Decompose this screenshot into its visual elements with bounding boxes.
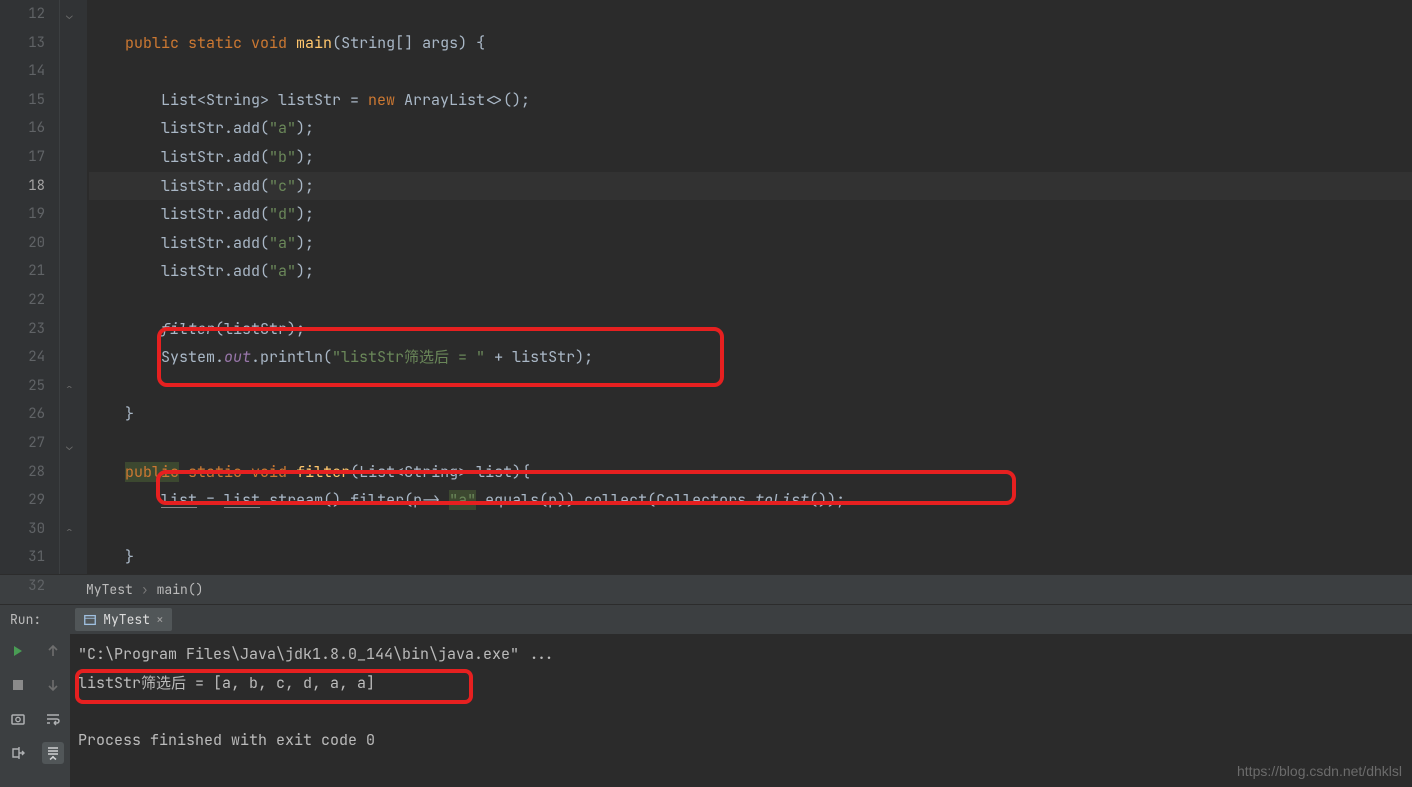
code-line[interactable]: [89, 429, 1412, 458]
rerun-button[interactable]: [7, 640, 29, 662]
fold-mark-icon[interactable]: ⌄: [66, 440, 78, 452]
code-area[interactable]: public static void main(String[] args) {…: [87, 0, 1412, 574]
code-line[interactable]: listStr.add("d");: [89, 200, 1412, 229]
down-button[interactable]: [42, 674, 64, 696]
code-line[interactable]: listStr.add("a");: [89, 229, 1412, 258]
fold-end-icon[interactable]: ⌃: [66, 525, 78, 537]
code-line[interactable]: [89, 0, 1412, 29]
code-line[interactable]: listStr.add("a");: [89, 114, 1412, 143]
code-line[interactable]: }: [89, 400, 1412, 429]
run-config-tab[interactable]: MyTest ×: [75, 608, 172, 631]
code-line[interactable]: [89, 286, 1412, 315]
screenshot-button[interactable]: [7, 708, 29, 730]
close-icon[interactable]: ×: [156, 611, 164, 628]
code-line[interactable]: System.out.println("listStr筛选后 = " + lis…: [89, 343, 1412, 372]
console-line: Process finished with exit code 0: [78, 726, 1404, 755]
code-line[interactable]: public static void main(String[] args) {: [89, 29, 1412, 58]
app-icon: [83, 613, 97, 627]
code-line[interactable]: List<String> listStr = new ArrayList<>()…: [89, 86, 1412, 115]
editor-area: 1213141516171819202122232425262728293031…: [0, 0, 1412, 574]
run-toolbar-nav: [35, 634, 70, 787]
code-line[interactable]: [89, 572, 1412, 601]
console-line: [78, 697, 1404, 726]
stop-button[interactable]: [7, 674, 29, 696]
fold-mark-icon[interactable]: ⌄: [66, 9, 78, 21]
code-line[interactable]: filter(listStr);: [89, 315, 1412, 344]
line-number-gutter[interactable]: 1213141516171819202122232425262728293031…: [0, 0, 60, 574]
run-tool-header: Run: MyTest ×: [0, 604, 1412, 634]
console-line: "C:\Program Files\Java\jdk1.8.0_144\bin\…: [78, 640, 1404, 669]
soft-wrap-button[interactable]: [42, 708, 64, 730]
run-label: Run:: [0, 611, 51, 628]
run-tab-label: MyTest: [103, 611, 150, 628]
fold-end-icon[interactable]: ⌃: [66, 382, 78, 394]
code-line[interactable]: listStr.add("b");: [89, 143, 1412, 172]
scroll-to-end-button[interactable]: [42, 742, 64, 764]
code-line[interactable]: }: [89, 543, 1412, 572]
exit-button[interactable]: [7, 742, 29, 764]
code-line[interactable]: listStr.add("a");: [89, 257, 1412, 286]
code-line[interactable]: [89, 57, 1412, 86]
console-line: listStr筛选后 = [a, b, c, d, a, a]: [78, 669, 1404, 698]
console-output[interactable]: "C:\Program Files\Java\jdk1.8.0_144\bin\…: [70, 634, 1412, 787]
code-line[interactable]: [89, 372, 1412, 401]
console-body: "C:\Program Files\Java\jdk1.8.0_144\bin\…: [0, 634, 1412, 787]
code-line[interactable]: public static void filter(List<String> l…: [89, 458, 1412, 487]
up-button[interactable]: [42, 640, 64, 662]
code-line[interactable]: [89, 515, 1412, 544]
fold-column[interactable]: ⌄ ⌃ ⌄ ⌃: [60, 0, 87, 574]
code-line[interactable]: list = list.stream().filter(p-> "a".equa…: [89, 486, 1412, 515]
code-line[interactable]: listStr.add("c");: [89, 172, 1412, 201]
watermark-text: https://blog.csdn.net/dhklsl: [1237, 763, 1402, 779]
run-toolbar-left: [0, 634, 35, 787]
